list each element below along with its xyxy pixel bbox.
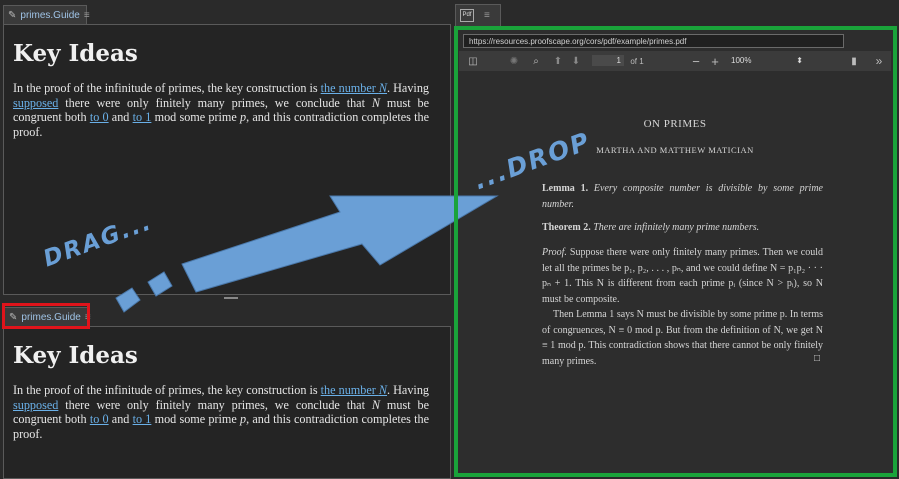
arrow-body (181, 195, 499, 293)
arrow-dash-1 (115, 287, 141, 313)
arrow-dash-2 (147, 271, 173, 297)
